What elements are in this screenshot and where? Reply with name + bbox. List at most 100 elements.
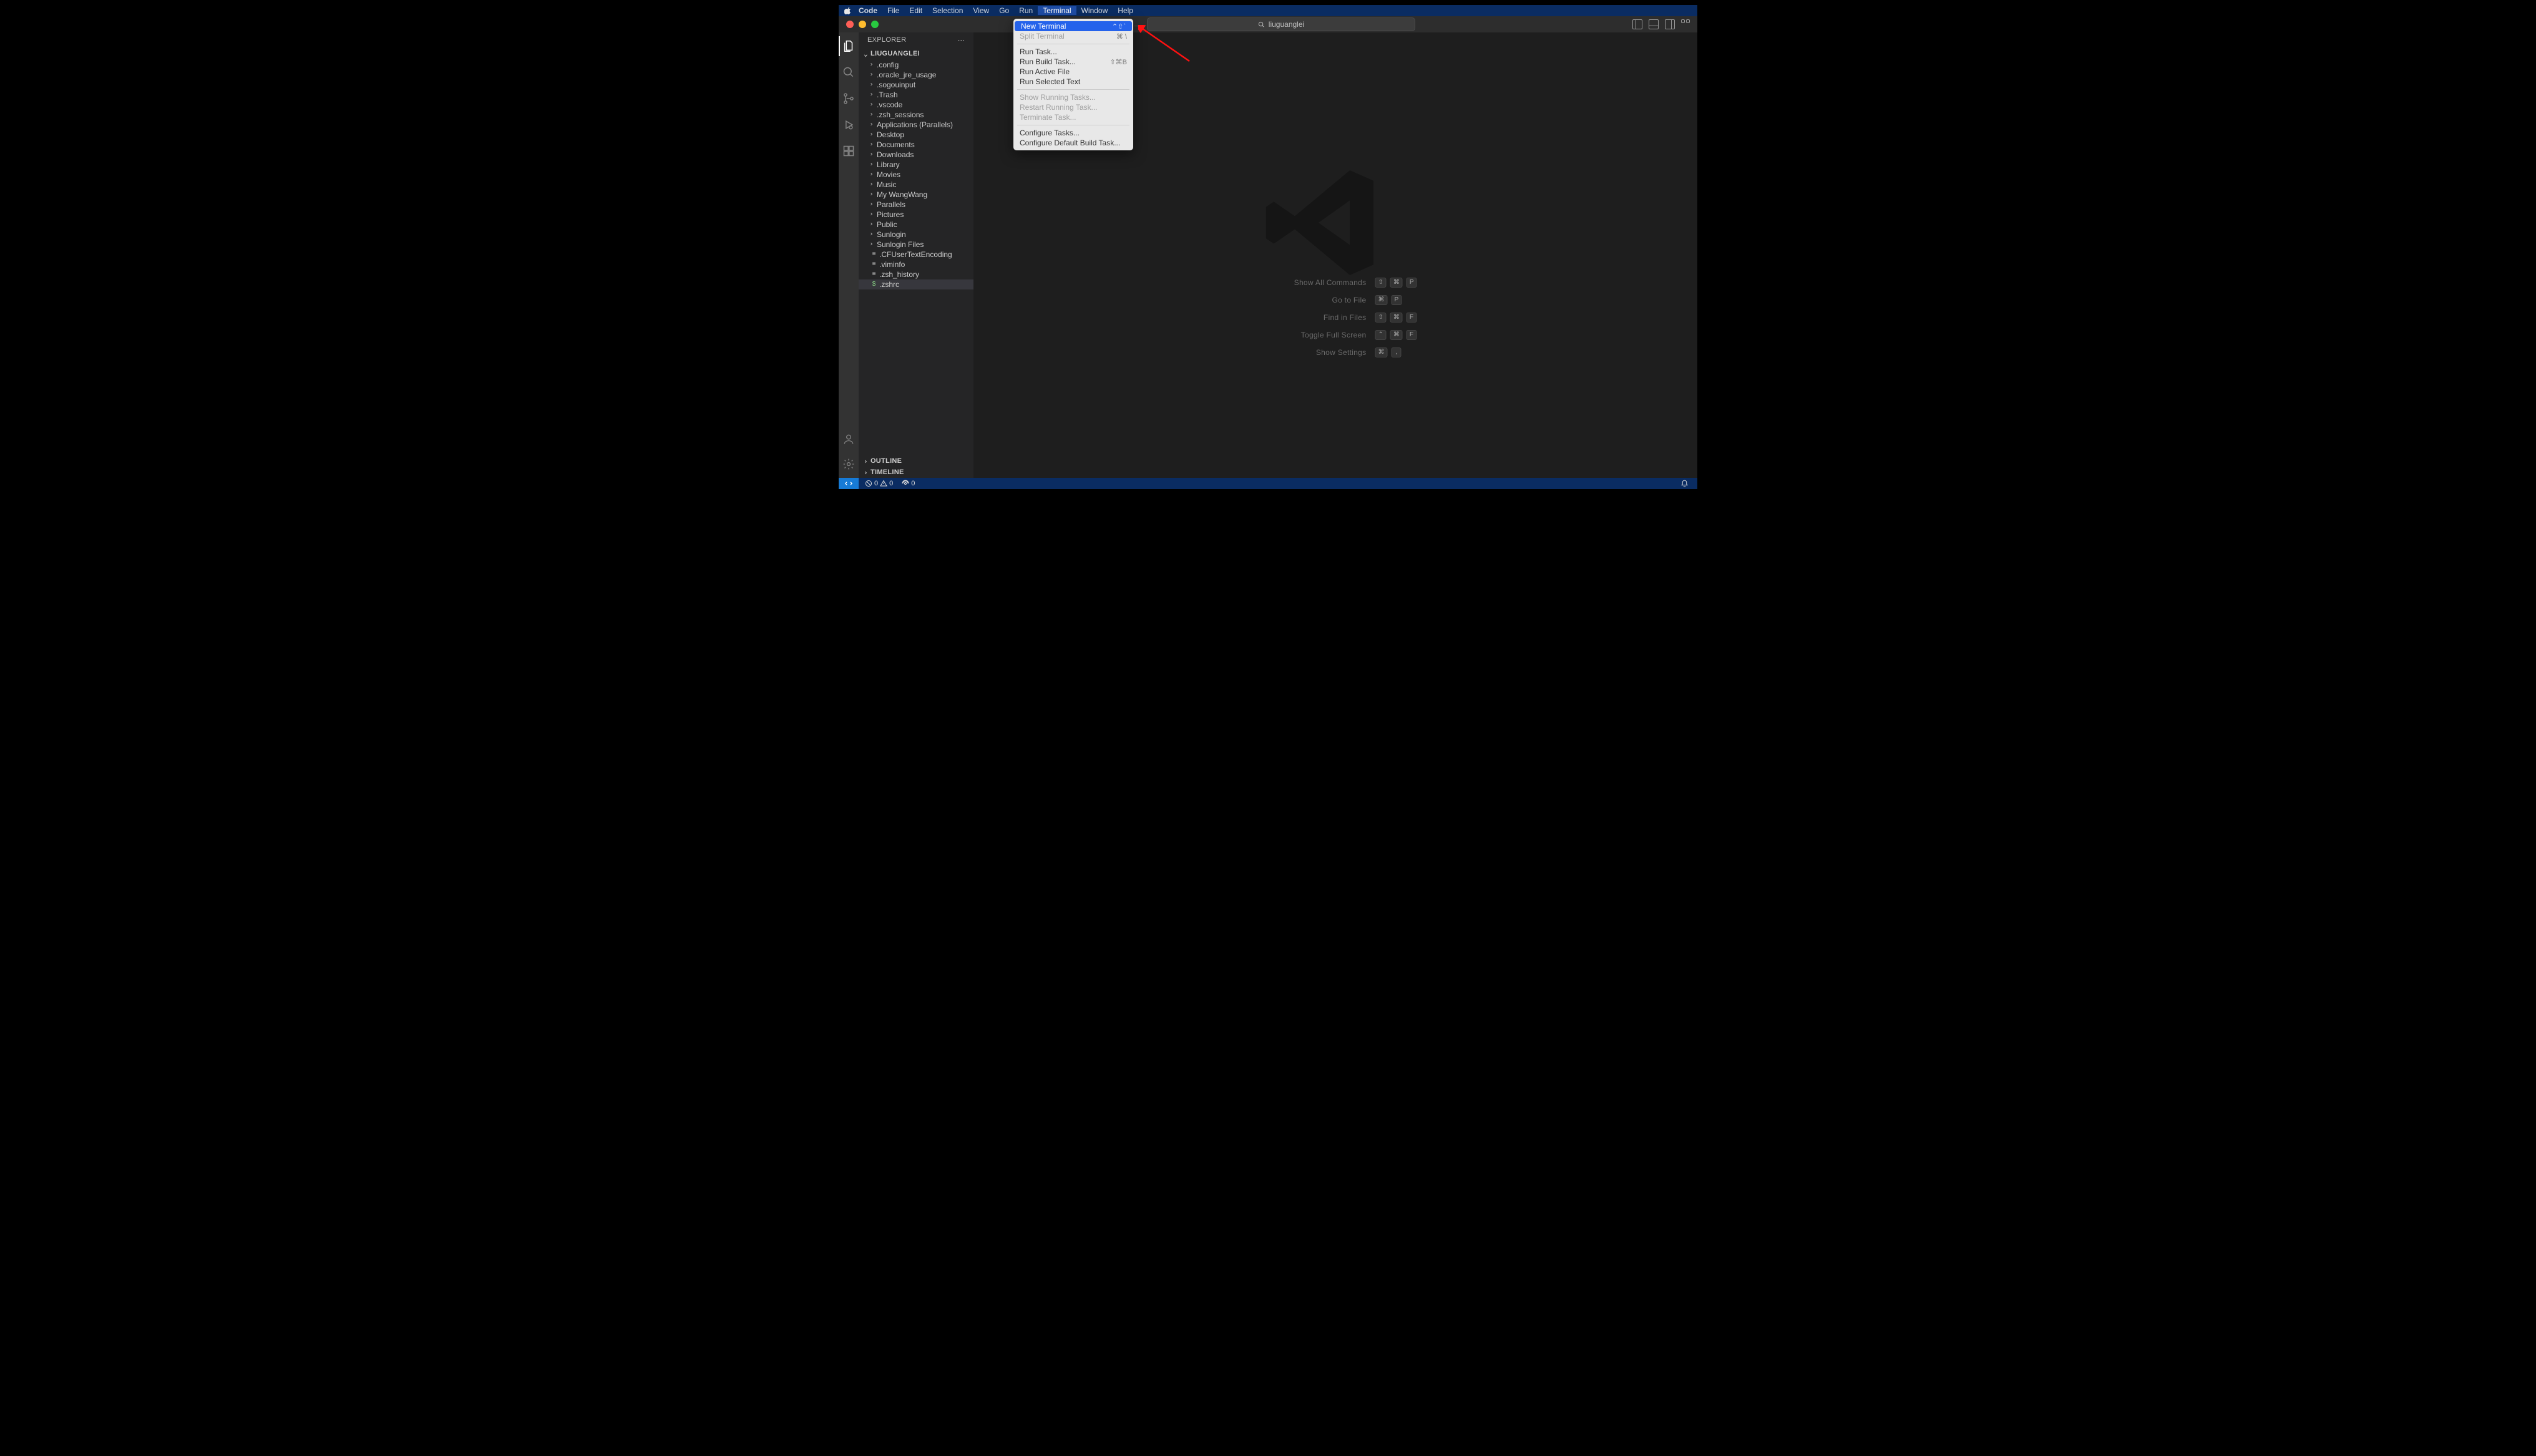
- keycap: ⇧: [1375, 278, 1386, 288]
- folder-item[interactable]: ›My WangWang: [859, 190, 973, 200]
- keycap: ⌘: [1390, 278, 1403, 288]
- keycap: P: [1407, 278, 1417, 288]
- status-notifications[interactable]: [1678, 480, 1691, 488]
- file-item[interactable]: ≡.zsh_history: [859, 269, 973, 279]
- vscode-watermark-icon: [1256, 157, 1387, 288]
- terminal-menu-dropdown: New Terminal⌃⇧`Split Terminal⌘ \ Run Task…: [1013, 19, 1133, 150]
- menu-item[interactable]: Run Selected Text: [1013, 77, 1133, 87]
- welcome-hint: Show Settings ⌘,: [1254, 347, 1417, 357]
- menu-item: Restart Running Task...: [1013, 102, 1133, 112]
- folder-item[interactable]: ›Library: [859, 160, 973, 170]
- accounts-icon[interactable]: [841, 432, 856, 447]
- folder-item[interactable]: ›Downloads: [859, 150, 973, 160]
- menu-item[interactable]: Run Task...: [1013, 47, 1133, 57]
- hint-label: Find in Files: [1254, 313, 1366, 322]
- folder-root[interactable]: ⌄ LIUGUANGLEI: [859, 47, 973, 60]
- folder-item[interactable]: ›.vscode: [859, 100, 973, 110]
- titlebar: ← → liuguanglei: [839, 16, 1697, 32]
- customize-layout-icon[interactable]: [1681, 19, 1691, 29]
- menu-item-help[interactable]: Help: [1113, 6, 1138, 15]
- keycap: ⌃: [1375, 330, 1386, 340]
- folder-item[interactable]: ›Desktop: [859, 130, 973, 140]
- keycap: ⌘: [1390, 330, 1403, 340]
- search-icon[interactable]: [841, 65, 856, 80]
- keycap: ⌘: [1375, 295, 1387, 305]
- menu-item-terminal[interactable]: Terminal: [1038, 6, 1076, 15]
- explorer-icon[interactable]: [841, 39, 856, 54]
- apple-icon[interactable]: [844, 6, 852, 15]
- window-controls: [839, 21, 879, 28]
- menu-item: Terminate Task...: [1013, 112, 1133, 122]
- folder-item[interactable]: ›Documents: [859, 140, 973, 150]
- timeline-section[interactable]: ›TIMELINE: [859, 467, 973, 478]
- nav-forward-icon[interactable]: →: [1133, 20, 1141, 29]
- menu-item-selection[interactable]: Selection: [927, 6, 968, 15]
- hint-label: Show Settings: [1254, 348, 1366, 357]
- macos-menu-bar: Code FileEditSelectionViewGoRunTerminalW…: [839, 5, 1697, 16]
- maximize-window-button[interactable]: [871, 21, 879, 28]
- file-item[interactable]: $.zshrc: [859, 279, 973, 289]
- menu-item-edit[interactable]: Edit: [904, 6, 927, 15]
- menu-item-file[interactable]: File: [882, 6, 904, 15]
- folder-item[interactable]: ›Applications (Parallels): [859, 120, 973, 130]
- command-center-search[interactable]: liuguanglei: [1147, 17, 1415, 31]
- menu-item-window[interactable]: Window: [1076, 6, 1113, 15]
- toggle-primary-sidebar-icon[interactable]: [1632, 19, 1642, 29]
- keycap: F: [1407, 313, 1417, 323]
- menu-item[interactable]: Run Active File: [1013, 67, 1133, 77]
- folder-item[interactable]: ›Pictures: [859, 210, 973, 220]
- menu-item-run[interactable]: Run: [1014, 6, 1038, 15]
- status-problems[interactable]: 0 0: [862, 480, 895, 487]
- extensions-icon[interactable]: [841, 143, 856, 158]
- run-debug-icon[interactable]: [841, 117, 856, 132]
- menu-item: Split Terminal⌘ \: [1013, 31, 1133, 41]
- source-control-icon[interactable]: [841, 91, 856, 106]
- menu-item-view[interactable]: View: [968, 6, 994, 15]
- folder-item[interactable]: ›Public: [859, 220, 973, 230]
- menu-item[interactable]: Configure Default Build Task...: [1013, 138, 1133, 148]
- hint-label: Go to File: [1254, 296, 1366, 304]
- welcome-hint: Show All Commands⇧⌘P: [1254, 278, 1417, 288]
- folder-item[interactable]: ›.Trash: [859, 90, 973, 100]
- folder-item[interactable]: ›.oracle_jre_usage: [859, 70, 973, 80]
- outline-section[interactable]: ›OUTLINE: [859, 455, 973, 467]
- folder-item[interactable]: ›Sunlogin: [859, 230, 973, 240]
- toggle-secondary-sidebar-icon[interactable]: [1665, 19, 1675, 29]
- menu-item-go[interactable]: Go: [994, 6, 1014, 15]
- menu-item[interactable]: New Terminal⌃⇧`: [1015, 21, 1132, 31]
- search-icon: [1258, 21, 1265, 28]
- welcome-hint: Go to File ⌘ P: [1254, 295, 1417, 305]
- menu-app-name[interactable]: Code: [859, 5, 882, 16]
- hint-label: Toggle Full Screen: [1254, 331, 1366, 339]
- file-item[interactable]: ≡.CFUserTextEncoding: [859, 250, 973, 260]
- status-ports[interactable]: 0: [899, 480, 917, 487]
- settings-gear-icon[interactable]: [841, 457, 856, 472]
- menu-separator: [1017, 89, 1129, 90]
- sidebar-title: EXPLORER: [867, 36, 906, 44]
- toggle-panel-icon[interactable]: [1649, 19, 1659, 29]
- folder-item[interactable]: ›Parallels: [859, 200, 973, 210]
- keycap: ⌘: [1375, 347, 1387, 357]
- sidebar-more-icon[interactable]: ⋯: [958, 36, 965, 44]
- minimize-window-button[interactable]: [859, 21, 866, 28]
- keycap: F: [1407, 330, 1417, 340]
- folder-item[interactable]: ›Music: [859, 180, 973, 190]
- remote-indicator[interactable]: [839, 478, 859, 489]
- folder-root-label: LIUGUANGLEI: [871, 50, 920, 57]
- close-window-button[interactable]: [846, 21, 854, 28]
- folder-item[interactable]: ›Movies: [859, 170, 973, 180]
- folder-item[interactable]: ›.zsh_sessions: [859, 110, 973, 120]
- menu-item[interactable]: Configure Tasks...: [1013, 128, 1133, 138]
- activity-bar: [839, 32, 859, 478]
- folder-item[interactable]: ›Sunlogin Files: [859, 240, 973, 250]
- vscode-window: ← → liuguanglei: [839, 16, 1697, 489]
- menu-item: Show Running Tasks...: [1013, 92, 1133, 102]
- file-item[interactable]: ≡.viminfo: [859, 260, 973, 269]
- explorer-sidebar: EXPLORER ⋯ ⌄ LIUGUANGLEI ›.config›.oracl…: [859, 32, 973, 478]
- folder-item[interactable]: ›.config: [859, 60, 973, 70]
- keycap: ⇧: [1375, 313, 1386, 323]
- keycap: ,: [1391, 347, 1401, 357]
- keycap: P: [1391, 295, 1402, 305]
- menu-item[interactable]: Run Build Task...⇧⌘B: [1013, 57, 1133, 67]
- folder-item[interactable]: ›.sogouinput: [859, 80, 973, 90]
